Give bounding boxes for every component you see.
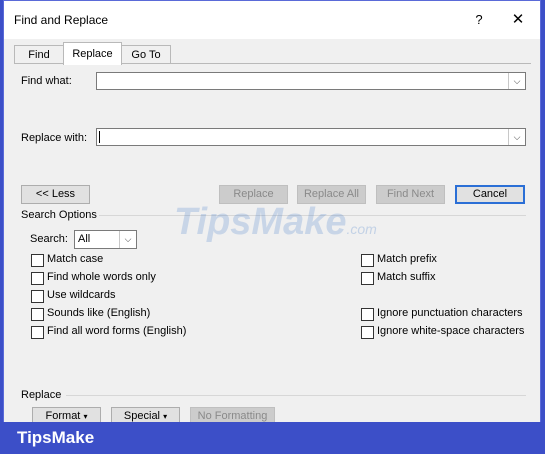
help-icon[interactable]: ? <box>470 10 488 30</box>
tab-replace[interactable]: Replace <box>63 42 122 65</box>
replace-section-divider <box>66 395 526 396</box>
replace-section-heading: Replace <box>21 389 62 401</box>
chevron-down-icon: ▾ <box>163 412 168 421</box>
chevron-down-icon[interactable]: ⌵ <box>508 129 525 145</box>
replace-with-input[interactable]: ⌵ <box>96 128 526 146</box>
search-options-heading: Search Options <box>21 209 97 221</box>
match-suffix-label: Match suffix <box>377 271 436 283</box>
chevron-down-icon[interactable]: ⌵ <box>508 73 525 89</box>
ignore-punctuation-checkbox[interactable] <box>361 308 374 321</box>
close-icon[interactable]: ✕ <box>507 10 529 30</box>
tab-find[interactable]: Find <box>14 45 64 64</box>
text-caret <box>99 131 100 143</box>
whole-words-checkbox[interactable] <box>31 272 44 285</box>
find-what-input[interactable]: ⌵ <box>96 72 526 90</box>
find-replace-dialog: Find and Replace ? ✕ Find Replace Go To … <box>3 0 541 424</box>
sounds-like-checkbox[interactable] <box>31 308 44 321</box>
word-forms-checkbox[interactable] <box>31 326 44 339</box>
chevron-down-icon: ▾ <box>83 412 88 421</box>
ignore-whitespace-checkbox[interactable] <box>361 326 374 339</box>
match-prefix-checkbox[interactable] <box>361 254 374 267</box>
cancel-button[interactable]: Cancel <box>455 185 525 204</box>
chevron-down-icon[interactable]: ⌵ <box>119 231 136 248</box>
find-what-label: Find what: <box>21 75 72 87</box>
search-direction-value: All <box>78 233 91 245</box>
watermark-text: TipsMake <box>174 201 347 243</box>
watermark-suffix: .com <box>346 221 377 237</box>
less-button[interactable]: << Less <box>21 185 90 204</box>
match-suffix-checkbox[interactable] <box>361 272 374 285</box>
match-case-checkbox[interactable] <box>31 254 44 267</box>
title-bar: Find and Replace ? ✕ <box>4 1 540 39</box>
find-next-button[interactable]: Find Next <box>376 185 445 204</box>
window-title: Find and Replace <box>14 13 109 27</box>
match-case-label: Match case <box>47 253 104 265</box>
tab-go-to[interactable]: Go To <box>121 45 171 64</box>
ignore-punctuation-label: Ignore punctuation characters <box>377 307 523 319</box>
ignore-whitespace-label: Ignore white-space characters <box>377 325 525 337</box>
word-forms-label: Find all word forms (English) <box>47 325 187 337</box>
whole-words-label: Find whole words only <box>47 271 156 283</box>
search-direction-select[interactable]: All ⌵ <box>74 230 137 249</box>
footer-banner: TipsMake <box>0 422 545 454</box>
format-button-label: Format <box>45 410 81 422</box>
match-prefix-label: Match prefix <box>377 253 437 265</box>
replace-with-label: Replace with: <box>21 132 88 144</box>
watermark-logo: TipsMake.com <box>174 201 377 244</box>
search-direction-label: Search: <box>30 233 68 245</box>
special-button-label: Special <box>123 410 160 422</box>
sounds-like-label: Sounds like (English) <box>47 307 151 319</box>
footer-brand: TipsMake <box>17 428 95 447</box>
wildcards-label: Use wildcards <box>47 289 116 301</box>
wildcards-checkbox[interactable] <box>31 290 44 303</box>
